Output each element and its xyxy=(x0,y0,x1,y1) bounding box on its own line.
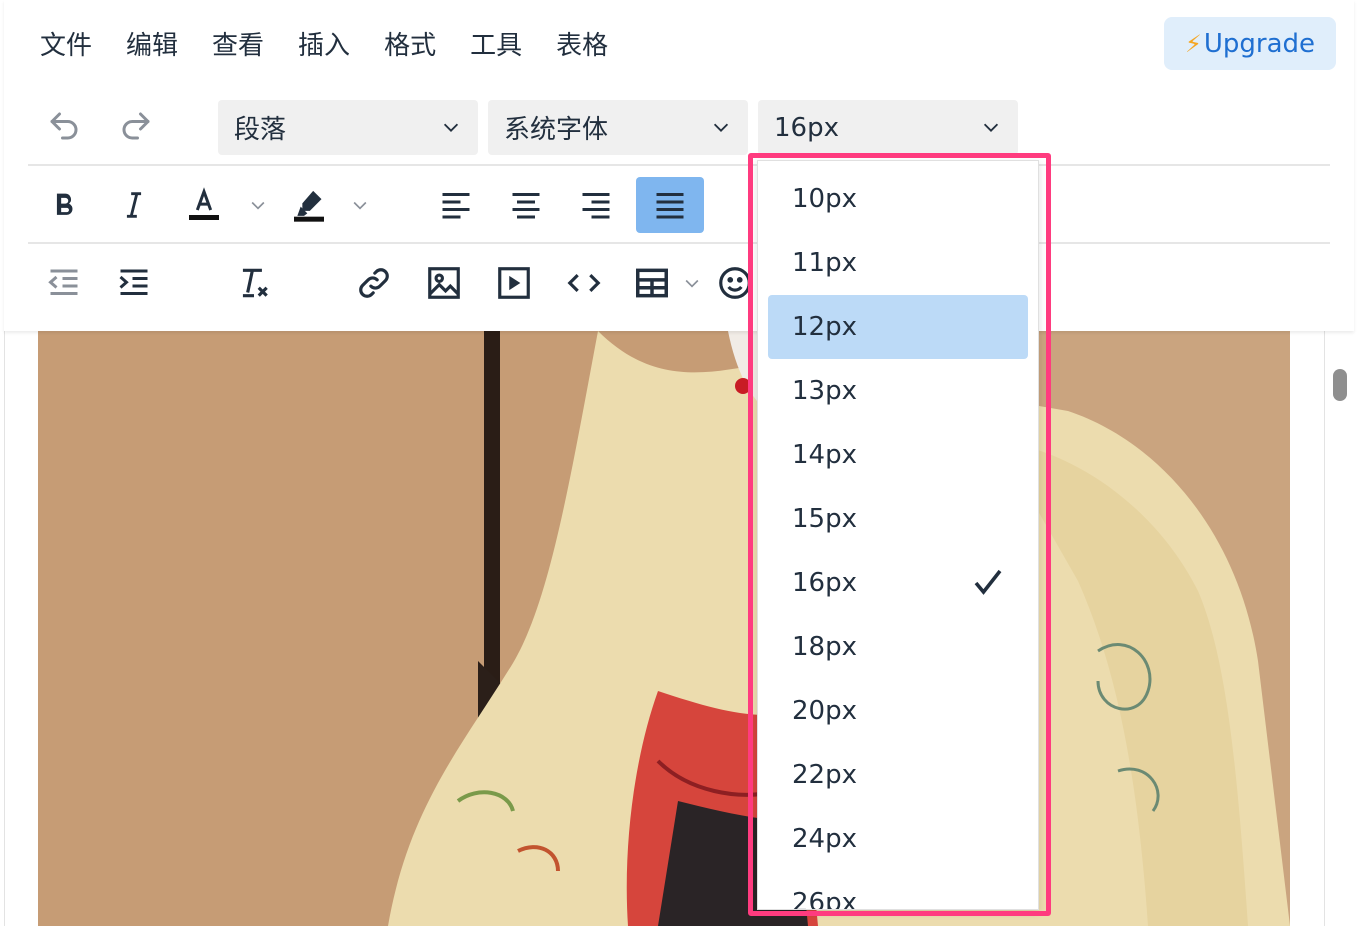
font-family-value: 系统字体 xyxy=(504,115,609,145)
chevron-down-icon xyxy=(443,123,459,132)
block-format-select[interactable]: 段落 xyxy=(218,100,478,155)
clear-formatting-icon xyxy=(242,268,268,298)
italic-button[interactable] xyxy=(104,177,164,233)
scrollbar-thumb[interactable] xyxy=(1333,369,1347,401)
image-icon xyxy=(428,267,460,299)
redo-icon xyxy=(122,112,150,140)
menubar: 文件 编辑 查看 插入 格式 工具 表格 xyxy=(40,26,642,66)
font-size-option[interactable]: 14px xyxy=(768,423,1028,487)
font-size-option-label: 16px xyxy=(792,568,857,598)
block-format-value: 段落 xyxy=(234,115,287,145)
insert-link-button[interactable] xyxy=(344,255,404,311)
text-color-button[interactable] xyxy=(174,177,234,233)
align-left-icon xyxy=(442,193,470,219)
toolbar-divider xyxy=(28,164,1330,166)
photo-kimono-image xyxy=(38,331,1290,926)
chevron-down-icon xyxy=(983,123,999,132)
insert-image-button[interactable] xyxy=(414,255,474,311)
italic-icon xyxy=(126,192,142,218)
undo-icon xyxy=(50,112,78,140)
editor-header: 文件 编辑 查看 插入 格式 工具 表格 ⚡ Upgrade 段落 系统字体 1… xyxy=(4,0,1354,331)
font-size-option-label: 15px xyxy=(792,504,857,534)
font-size-option-label: 24px xyxy=(792,824,857,854)
font-size-option-selected[interactable]: 16px xyxy=(768,551,1028,615)
media-icon xyxy=(498,267,530,299)
font-size-option[interactable]: 22px xyxy=(768,743,1028,807)
editor-content-image[interactable] xyxy=(38,331,1290,926)
text-color-caret[interactable] xyxy=(245,177,271,233)
code-icon xyxy=(567,273,601,293)
indent-button[interactable] xyxy=(104,255,164,311)
align-center-button[interactable] xyxy=(496,177,556,233)
font-size-option-label: 14px xyxy=(792,440,857,470)
clear-formatting-button[interactable] xyxy=(224,255,284,311)
menu-tools[interactable]: 工具 xyxy=(470,26,522,66)
outdent-button[interactable] xyxy=(34,255,94,311)
align-justify-button[interactable] xyxy=(636,177,704,233)
font-size-option[interactable]: 15px xyxy=(768,487,1028,551)
bold-icon xyxy=(56,193,73,215)
menu-edit[interactable]: 编辑 xyxy=(126,26,178,66)
font-size-option-label: 13px xyxy=(792,376,857,406)
font-size-option-label: 11px xyxy=(792,248,857,278)
chevron-down-icon xyxy=(713,123,729,132)
font-size-option-label: 10px xyxy=(792,184,857,214)
editor-scrollbar[interactable] xyxy=(1324,331,1354,926)
upgrade-label: Upgrade xyxy=(1203,28,1316,59)
chevron-down-icon xyxy=(353,201,367,210)
align-center-icon xyxy=(512,193,540,219)
chevron-down-icon xyxy=(685,279,699,288)
emoji-icon xyxy=(719,267,751,299)
font-size-option[interactable]: 18px xyxy=(768,615,1028,679)
font-size-option-label: 12px xyxy=(792,312,857,342)
highlighter-icon xyxy=(294,190,324,222)
table-button[interactable] xyxy=(622,255,682,311)
bold-button[interactable] xyxy=(34,177,94,233)
menu-view[interactable]: 查看 xyxy=(212,26,264,66)
font-size-option-label: 18px xyxy=(792,632,857,662)
insert-media-button[interactable] xyxy=(484,255,544,311)
menu-format[interactable]: 格式 xyxy=(384,26,436,66)
align-right-button[interactable] xyxy=(566,177,626,233)
menu-table[interactable]: 表格 xyxy=(556,26,608,66)
font-size-dropdown: 10px 11px 12px 13px 14px 15px 16px 18px … xyxy=(757,160,1039,910)
font-size-option[interactable]: 24px xyxy=(768,807,1028,871)
text-color-icon xyxy=(189,187,219,220)
upgrade-button[interactable]: ⚡ Upgrade xyxy=(1164,17,1336,70)
font-size-option-label: 20px xyxy=(792,696,857,726)
font-size-option[interactable]: 20px xyxy=(768,679,1028,743)
font-size-option[interactable]: 11px xyxy=(768,231,1028,295)
redo-button[interactable] xyxy=(114,104,158,148)
chevron-down-icon xyxy=(251,201,265,210)
font-size-select[interactable]: 16px xyxy=(758,100,1018,155)
emoticons-button[interactable] xyxy=(716,255,756,311)
outdent-icon xyxy=(48,269,78,295)
highlight-color-caret[interactable] xyxy=(347,177,373,233)
lightning-icon: ⚡ xyxy=(1184,29,1202,58)
font-size-option-label: 26px xyxy=(792,888,857,910)
font-size-option[interactable]: 10px xyxy=(768,167,1028,231)
checkmark-icon xyxy=(974,569,1002,595)
font-size-value: 16px xyxy=(774,112,839,143)
font-size-option[interactable]: 26px xyxy=(768,871,1028,910)
table-caret[interactable] xyxy=(679,255,705,311)
toolbar-row-1: 段落 系统字体 16px xyxy=(4,96,1354,158)
font-size-option-highlighted[interactable]: 12px xyxy=(768,295,1028,359)
menu-file[interactable]: 文件 xyxy=(40,26,92,66)
font-family-select[interactable]: 系统字体 xyxy=(488,100,748,155)
align-right-icon xyxy=(582,193,610,219)
align-left-button[interactable] xyxy=(426,177,486,233)
undo-button[interactable] xyxy=(42,104,86,148)
highlight-color-button[interactable] xyxy=(279,177,339,233)
menu-insert[interactable]: 插入 xyxy=(298,26,350,66)
indent-icon xyxy=(119,269,148,295)
font-size-option[interactable]: 13px xyxy=(768,359,1028,423)
source-code-button[interactable] xyxy=(554,255,614,311)
toolbar-divider xyxy=(28,242,1330,244)
align-justify-icon xyxy=(656,193,684,219)
font-size-option-label: 22px xyxy=(792,760,857,790)
table-icon xyxy=(636,268,668,298)
link-icon xyxy=(359,268,389,298)
